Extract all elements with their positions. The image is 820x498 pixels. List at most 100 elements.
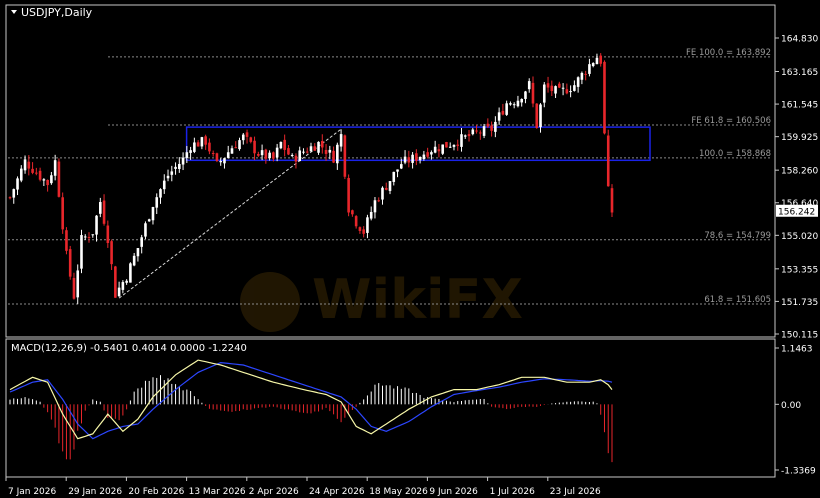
watermark: WikiFX (240, 268, 523, 332)
candle-body (42, 179, 46, 181)
fib-level-label: 100.0 = 158.868 (699, 149, 771, 159)
trading-chart[interactable]: WikiFX USDJPY,Daily MACD(12,26,9) -0.540… (0, 0, 820, 498)
candle-body (482, 126, 486, 136)
candle-body (151, 207, 155, 221)
candle-body (257, 154, 260, 156)
candle-body (320, 141, 324, 148)
candle-body (467, 134, 471, 137)
candle-body (358, 227, 362, 231)
candle-body (407, 157, 411, 163)
candle-body (8, 197, 12, 199)
candle-body (193, 142, 196, 152)
candle-body (287, 148, 290, 155)
candle-body (23, 159, 27, 171)
candle-body (332, 150, 335, 163)
candle-body (53, 160, 57, 176)
candle-body (223, 158, 226, 164)
candle-body (569, 91, 572, 93)
chart-menu-triangle-icon[interactable] (11, 10, 17, 14)
macd-axis-label: 1.1463 (781, 345, 813, 355)
candle-body (317, 141, 320, 153)
candle-body (234, 147, 238, 149)
candle-body (110, 241, 113, 265)
candle-body (106, 225, 110, 244)
candle-body (561, 87, 565, 89)
candle-body (542, 84, 546, 103)
candle-body (200, 137, 204, 147)
price-axis-label: 161.545 (781, 101, 818, 111)
candle-body (249, 137, 253, 142)
macd-axis-label: -1.3369 (781, 467, 816, 477)
fib-level-label: FE 100.0 = 163.892 (686, 48, 771, 58)
price-axis-label: 153.355 (781, 265, 818, 275)
candle-body (497, 112, 501, 121)
macd-axis-label: 0.00 (781, 401, 801, 411)
candle-body (12, 189, 16, 198)
candle-body (403, 156, 407, 163)
candle-body (264, 149, 268, 159)
candle-body (245, 132, 249, 137)
candle-body (433, 146, 437, 153)
level-lines: FE 100.0 = 163.892 FE 61.8 = 160.506 100.0… (8, 48, 772, 305)
candle-body (155, 197, 159, 208)
signal-line (9, 361, 613, 440)
candle-body (117, 287, 121, 297)
candle-body (170, 171, 174, 175)
candle-body (31, 168, 34, 173)
candle-body (166, 175, 170, 179)
candle-body (354, 216, 358, 227)
candle-body (603, 61, 606, 134)
candle-body (415, 153, 418, 161)
price-axis-label: 163.165 (781, 68, 818, 78)
candle-body (102, 200, 106, 224)
candle-body (309, 146, 313, 152)
candle-body (65, 230, 68, 251)
candle-body (381, 187, 384, 200)
candle-body (452, 144, 456, 147)
candle-body (211, 153, 215, 155)
candle-body (35, 172, 38, 174)
candle-body (501, 110, 505, 115)
candle-body (426, 152, 429, 157)
candle-body (253, 140, 256, 154)
candle-body (324, 149, 328, 154)
candle-body (490, 125, 493, 131)
candle-body (328, 149, 332, 153)
candle-body (396, 169, 399, 172)
macd-line (9, 359, 613, 440)
candle-body (181, 157, 185, 165)
candle-body (595, 57, 599, 65)
candle-body (509, 103, 512, 105)
candle-body (539, 104, 542, 128)
candle-body (445, 142, 448, 148)
watermark-logo-icon (240, 272, 300, 332)
time-axis-label: 18 May 2026 (369, 487, 428, 497)
candle-body (599, 55, 603, 64)
candle-body (72, 277, 76, 299)
time-axis-label: 13 Mar 2026 (189, 487, 246, 497)
candle-body (505, 103, 508, 115)
time-axis-label: 2 Apr 2026 (249, 487, 299, 497)
candle-body (456, 144, 460, 146)
macd-lines (9, 359, 613, 440)
candle-body (147, 219, 151, 222)
candle-body (144, 223, 147, 237)
candle-body (565, 89, 569, 94)
candle-body (460, 134, 463, 147)
candle-body (174, 166, 177, 169)
candle-body (208, 142, 211, 152)
candle-body (550, 85, 554, 92)
candle-body (114, 266, 117, 298)
candle-body (437, 149, 441, 152)
candle-body (204, 136, 207, 145)
candle-body (336, 144, 339, 164)
candle-body (558, 83, 561, 88)
fib-level-label: 78.6 = 154.799 (704, 231, 771, 241)
candle-body (418, 156, 422, 161)
candle-body (554, 86, 557, 94)
candle-body (373, 200, 377, 213)
candle-body (531, 82, 535, 104)
candle-body (441, 144, 444, 154)
candle-body (516, 100, 520, 107)
candle-body (546, 83, 550, 88)
